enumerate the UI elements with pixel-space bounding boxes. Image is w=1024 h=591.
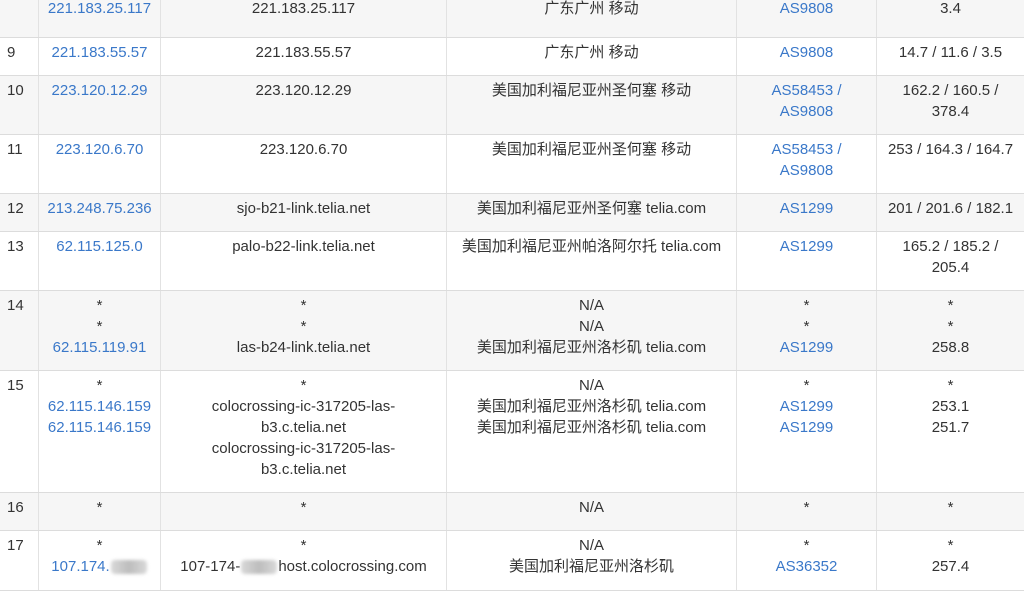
ip-link[interactable]: 223.120.12.29 [45,80,154,101]
redaction-blur [110,560,147,575]
ip-link[interactable]: 223.120.6.70 [45,139,154,160]
latency-cell: 253 / 164.3 / 164.7 [876,135,1024,193]
ip-cell: 223.120.12.29 [38,76,160,134]
hostname-cell: 223.120.6.70 [160,135,446,193]
hostname-cell: * 107-174- host.colocrossing.com [160,531,446,590]
latency-cell: * * 258.8 [876,291,1024,370]
table-row: 17 * 107.174. * 107-174- host.colocrossin… [0,531,1024,591]
location-cell: 美国加利福尼亚州圣何塞 移动 [446,135,736,193]
asn-link[interactable]: AS9808 [743,160,870,181]
latency-cell: * 257.4 [876,531,1024,590]
hostname-cell: palo-b22-link.telia.net [160,232,446,290]
ip-link[interactable]: 107.174. [51,558,109,575]
ip-cell: 223.120.6.70 [38,135,160,193]
hop-number: 17 [7,537,24,554]
asn-cell: AS9808 [736,0,876,37]
ip-cell: * 62.115.146.159 62.115.146.159 [38,371,160,492]
ip-cell: 221.183.25.117 [38,0,160,37]
table-row: 14 * * 62.115.119.91 * * las-b24-link.te… [0,291,1024,371]
asn-link[interactable]: AS1299 [743,236,870,257]
hostname-cell: sjo-b21-link.telia.net [160,194,446,231]
table-row: 16 * * N/A * * [0,493,1024,531]
hop-number: 15 [7,377,24,394]
latency-cell: 162.2 / 160.5 / 378.4 [876,76,1024,134]
hostname-cell: 221.183.25.117 [160,0,446,37]
asn-link[interactable]: AS9808 [743,42,870,63]
traceroute-table: 221.183.25.117 221.183.25.117 广东广州 移动 AS… [0,0,1024,591]
asn-cell: AS58453 / AS9808 [736,135,876,193]
location-cell: 广东广州 移动 [446,38,736,75]
asn-cell: AS1299 [736,232,876,290]
ip-link[interactable]: 62.115.125.0 [45,236,154,257]
location-cell: 美国加利福尼亚州帕洛阿尔托 telia.com [446,232,736,290]
location-cell: 美国加利福尼亚州圣何塞 移动 [446,76,736,134]
table-row: 10 223.120.12.29 223.120.12.29 美国加利福尼亚州圣… [0,76,1024,135]
hop-number: 13 [7,238,24,255]
latency-cell: 14.7 / 11.6 / 3.5 [876,38,1024,75]
asn-cell: * * AS1299 [736,291,876,370]
asn-link[interactable]: AS1299 [743,396,870,417]
asn-link[interactable]: AS36352 [743,556,870,577]
ip-cell: 62.115.125.0 [38,232,160,290]
asn-link[interactable]: AS1299 [743,417,870,438]
location-cell: 美国加利福尼亚州圣何塞 telia.com [446,194,736,231]
hostname-cell: * [160,493,446,530]
latency-cell: 3.4 [876,0,1024,37]
asn-cell: * AS36352 [736,531,876,590]
table-row: 221.183.25.117 221.183.25.117 广东广州 移动 AS… [0,0,1024,38]
ip-link[interactable]: 221.183.55.57 [45,42,154,63]
asn-link[interactable]: AS58453 / [743,80,870,101]
hop-number: 10 [7,82,24,99]
asn-link[interactable]: AS1299 [743,198,870,219]
hostname-cell: * * las-b24-link.telia.net [160,291,446,370]
asn-link[interactable]: AS58453 / [743,139,870,160]
ip-cell: * [38,493,160,530]
hostname-cell: 221.183.55.57 [160,38,446,75]
ip-cell: 213.248.75.236 [38,194,160,231]
ip-link[interactable]: 221.183.25.117 [45,0,154,19]
hop-number [0,0,38,37]
ip-link[interactable]: 213.248.75.236 [45,198,154,219]
location-cell: N/A 美国加利福尼亚州洛杉矶 telia.com 美国加利福尼亚州洛杉矶 te… [446,371,736,492]
ip-cell: 221.183.55.57 [38,38,160,75]
ip-link[interactable]: 62.115.146.159 [45,396,154,417]
asn-cell: * [736,493,876,530]
asn-cell: AS9808 [736,38,876,75]
hop-number: 14 [7,297,24,314]
location-cell: N/A N/A 美国加利福尼亚州洛杉矶 telia.com [446,291,736,370]
hop-number: 11 [7,141,23,158]
latency-cell: * 253.1 251.7 [876,371,1024,492]
hostname-cell: * colocrossing-ic-317205-las- b3.c.telia… [160,371,446,492]
redaction-blur [241,560,278,575]
location-cell: 广东广州 移动 [446,0,736,37]
hop-number: 16 [7,499,24,516]
asn-cell: AS1299 [736,194,876,231]
ip-link[interactable]: 62.115.119.91 [45,337,154,358]
asn-cell: * AS1299 AS1299 [736,371,876,492]
asn-link[interactable]: AS9808 [743,101,870,122]
hostname-cell: 223.120.12.29 [160,76,446,134]
table-row: 12 213.248.75.236 sjo-b21-link.telia.net… [0,194,1024,232]
latency-cell: 165.2 / 185.2 / 205.4 [876,232,1024,290]
asn-cell: AS58453 / AS9808 [736,76,876,134]
asn-link[interactable]: AS9808 [743,0,870,19]
location-cell: N/A [446,493,736,530]
ip-cell: * 107.174. [38,531,160,590]
table-row: 13 62.115.125.0 palo-b22-link.telia.net … [0,232,1024,291]
latency-cell: 201 / 201.6 / 182.1 [876,194,1024,231]
ip-cell: * * 62.115.119.91 [38,291,160,370]
hop-number: 12 [7,200,24,217]
table-row: 9 221.183.55.57 221.183.55.57 广东广州 移动 AS… [0,38,1024,76]
hop-number: 9 [7,44,16,61]
ip-link[interactable]: 62.115.146.159 [45,417,154,438]
location-cell: N/A 美国加利福尼亚州洛杉矶 [446,531,736,590]
latency-cell: * [876,493,1024,530]
table-row: 11 223.120.6.70 223.120.6.70 美国加利福尼亚州圣何塞… [0,135,1024,194]
table-row: 15 * 62.115.146.159 62.115.146.159 * col… [0,371,1024,493]
asn-link[interactable]: AS1299 [743,337,870,358]
